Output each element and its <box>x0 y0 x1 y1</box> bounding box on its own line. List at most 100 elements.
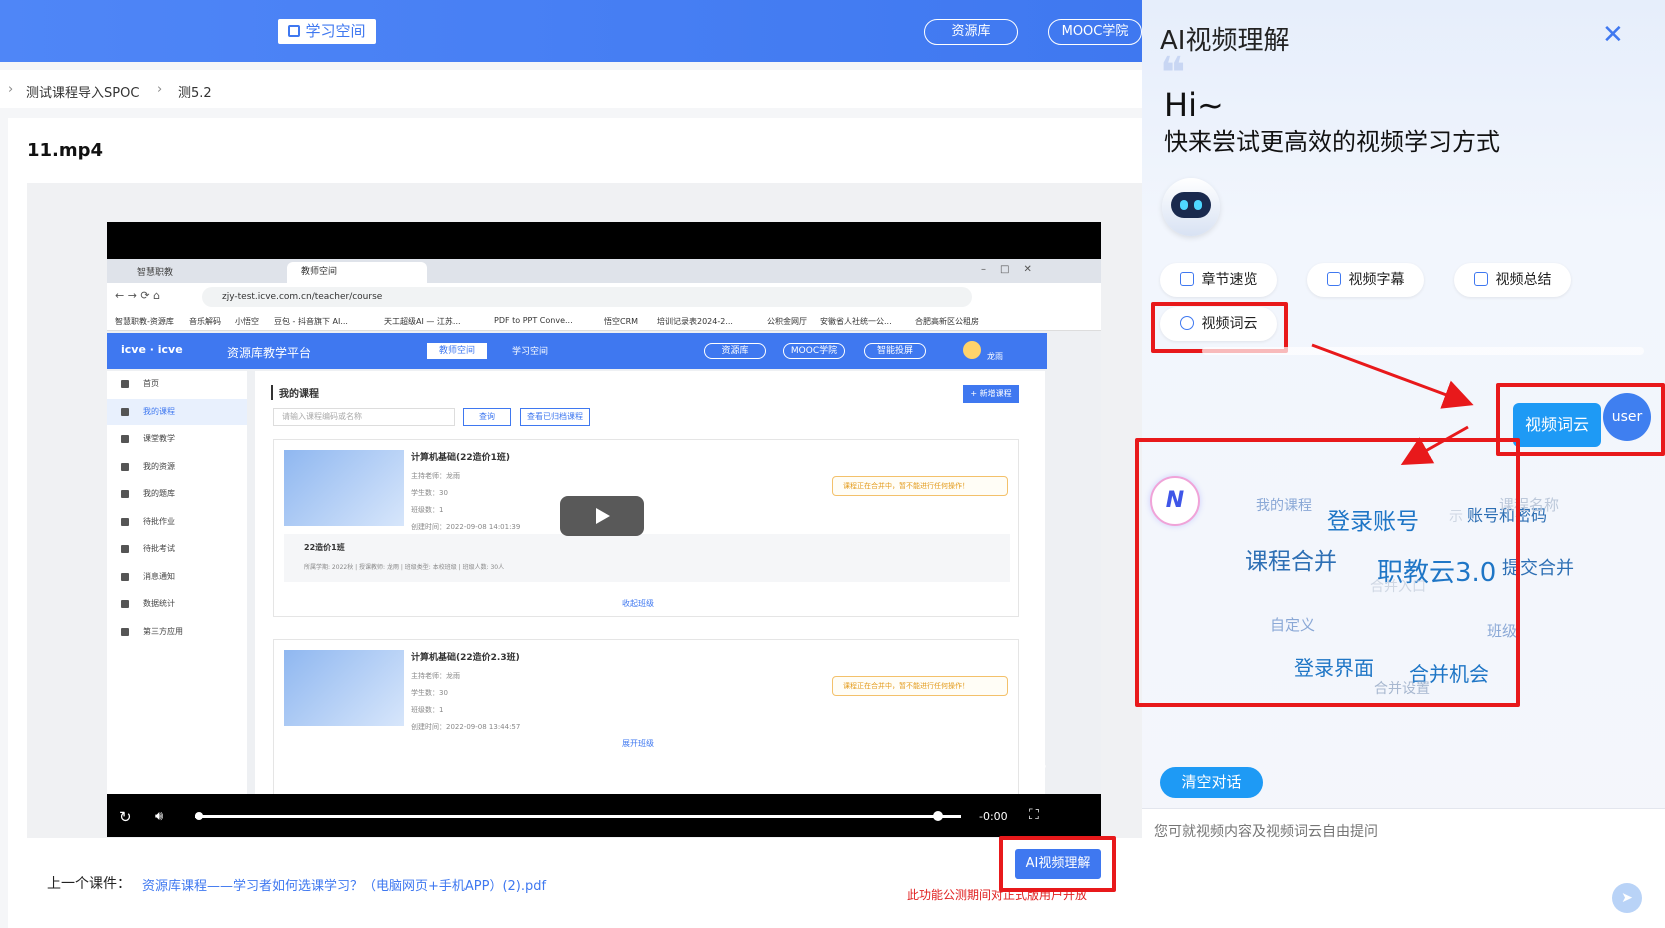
platform-name: 资源库教学平台 <box>227 346 312 360</box>
merge-warning: 课程正在合并中，暂不能进行任何操作！ <box>832 676 1008 696</box>
user-name: 龙雨 <box>987 352 1003 361</box>
cloud-word: 自定义 <box>1270 616 1316 634</box>
nav-arrows-icon: ← → ⟳ ⌂ <box>115 289 161 302</box>
cloud-word: 合并入口 <box>1370 579 1426 595</box>
breadcrumb: › 测试课程导入SPOC › 测5.2 <box>0 70 1150 108</box>
inner-menu-item: 第三方应用 <box>107 619 247 645</box>
res-tab: 资源库 <box>704 343 766 359</box>
question-input-area <box>1142 808 1665 928</box>
progress-handle[interactable] <box>933 811 944 821</box>
bookmark-item: 安徽省人社统一公... <box>820 317 892 326</box>
class-name: 22造价1班 <box>304 543 345 552</box>
ai-video-understanding-button[interactable]: AI视频理解 <box>1015 849 1101 879</box>
ai-panel: AI视频理解 ✕ ❝ Hi~ 快来尝试更高效的视频学习方式 章节速览 视频字幕 … <box>1135 0 1665 928</box>
menu-item-icon <box>121 600 129 608</box>
inner-menu-label: 我的资源 <box>143 461 175 471</box>
inner-menu-item: 消息通知 <box>107 564 247 590</box>
time-remaining: -0:00 <box>979 810 1008 823</box>
send-icon[interactable]: ➤ <box>1612 883 1642 913</box>
cloud-word: 课程合并 <box>1245 549 1337 575</box>
volume-icon[interactable]: 🔊︎ <box>155 809 163 824</box>
mooc-button[interactable]: MOOC学院 <box>1048 19 1142 45</box>
chevron-right-icon: › <box>8 82 14 97</box>
my-course-title: 我的课程 <box>271 385 319 400</box>
word-cloud: N 我的课程 登录账号 示 账号和密码 课程名称 课程合并 职教云3.0 提交合… <box>1142 462 1665 742</box>
progress-start-dot <box>195 812 203 820</box>
bookmark-item: 培训记录表2024-2... <box>657 317 733 326</box>
play-button[interactable] <box>560 496 644 536</box>
url-field: zjy-test.icve.com.cn/teacher/course <box>202 287 972 307</box>
space-icon <box>288 25 301 37</box>
menu-item-icon <box>121 490 129 498</box>
browser-tab: 智慧职教 <box>137 268 174 278</box>
learning-space-button[interactable]: 学习空间 <box>278 19 376 44</box>
query-btn: 查询 <box>463 408 511 426</box>
inner-menu-label: 待批作业 <box>143 516 175 526</box>
course-time: 创建时间：2022-09-08 13:44:57 <box>411 723 521 731</box>
course-cover <box>284 450 404 526</box>
cloud-word: 我的课程 <box>1256 498 1312 514</box>
inner-menu-item: 待批考试 <box>107 536 247 562</box>
video-frame: 智慧职教 教师空间 –□✕ ← → ⟳ ⌂ zjy-test.icve.com.… <box>107 259 1101 794</box>
cloud-word: 示 <box>1449 509 1463 525</box>
beta-notice: 此功能公测期间对正式版用户开放 <box>907 888 1088 902</box>
fullscreen-icon[interactable]: ⛶ <box>1029 807 1039 823</box>
video-player[interactable]: 智慧职教 教师空间 –□✕ ← → ⟳ ⌂ zjy-test.icve.com.… <box>107 222 1101 837</box>
inner-menu-label: 我的题库 <box>143 489 175 498</box>
course-classes: 班级数：1 <box>411 506 444 514</box>
resource-library-button[interactable]: 资源库 <box>924 19 1018 45</box>
ai-logo-icon: N <box>1150 476 1200 526</box>
inner-menu-item: 待批作业 <box>107 509 247 535</box>
menu-item-icon <box>121 407 129 416</box>
bookmark-item: 智慧职教-资源库 <box>115 317 174 326</box>
course-search: 请输入课程编码或名称 <box>273 408 455 426</box>
avatar <box>963 341 981 359</box>
merge-warning: 课程正在合并中，暂不能进行任何操作！ <box>832 476 1008 496</box>
icve-logo: icve · icve <box>121 343 183 356</box>
inner-menu-item: 数据统计 <box>107 591 247 617</box>
menu-item-icon <box>121 380 129 388</box>
clear-chat-button[interactable]: 清空对话 <box>1160 767 1263 798</box>
chevron-right-icon: › <box>157 82 163 97</box>
archived-btn: 查看已归档课程 <box>520 408 590 426</box>
platform-header: icve · icve 资源库教学平台 教师空间 学习空间 资源库 MOOC学院… <box>107 333 1047 369</box>
bookmark-item: 小悟空 <box>235 317 259 326</box>
browser-tabstrip: 智慧职教 教师空间 –□✕ <box>107 259 1101 283</box>
file-title: 11.mp4 <box>27 140 104 161</box>
menu-item-icon <box>121 435 129 443</box>
browser-addressbar: ← → ⟳ ⌂ zjy-test.icve.com.cn/teacher/cou… <box>107 283 1101 311</box>
replay-icon[interactable]: ↻ <box>119 808 132 826</box>
inner-menu-label: 课堂教学 <box>143 434 175 443</box>
prev-courseware-label: 上一个课件： <box>47 876 131 892</box>
arrow-to-cloud <box>1400 425 1469 465</box>
breadcrumb-lesson[interactable]: 测5.2 <box>178 82 212 101</box>
cloud-word: 登录账号 <box>1327 509 1419 535</box>
inner-menu-item: 我的资源 <box>107 454 247 480</box>
menu-item-icon <box>121 627 129 636</box>
breadcrumb-course[interactable]: 测试课程导入SPOC <box>26 82 139 101</box>
course-classes: 班级数：1 <box>411 706 444 714</box>
prev-courseware-link[interactable]: 资源库课程——学习者如何选课学习？（电脑网页+手机APP）(2).pdf <box>142 875 546 894</box>
course-teacher: 主持老师：龙雨 <box>411 672 460 680</box>
cloud-word: 登录界面 <box>1294 656 1374 680</box>
menu-item-icon <box>121 545 129 553</box>
course-card: 计算机基础(22造价1班) 主持老师：龙雨 学生数：30 班级数：1 创建时间：… <box>273 439 1019 617</box>
bookmark-bar: 智慧职教-资源库 音乐解码 小悟空 豆包 - 抖音旗下 AI... 天工超级AI — 江… <box>107 311 1101 331</box>
course-teacher: 主持老师：龙雨 <box>411 472 460 480</box>
add-course-btn: + 新增课程 <box>963 385 1019 403</box>
class-info: 所属学期: 2022秋 | 授课教师: 龙雨 | 班级类型: 本校班级 | 班级… <box>304 564 505 571</box>
menu-item-icon <box>121 572 129 581</box>
inner-menu-label: 待批考试 <box>143 544 175 553</box>
mooc-tab: MOOC学院 <box>783 343 845 359</box>
progress-bar[interactable] <box>195 815 961 818</box>
cloud-word: 班级 <box>1487 622 1518 640</box>
bookmark-item: 天工超级AI — 江苏... <box>384 317 461 326</box>
course-cover <box>284 650 404 726</box>
question-input[interactable] <box>1154 821 1644 911</box>
bookmark-item: 豆包 - 抖音旗下 AI... <box>274 317 348 326</box>
inner-menu-label: 我的课程 <box>143 406 175 416</box>
course-meta: 主持老师：龙雨 学生数：30 班级数：1 创建时间：2022-09-08 14:… <box>411 468 520 536</box>
course-card: 计算机基础(22造价2.3班) 主持老师：龙雨 学生数：30 班级数：1 创建时… <box>273 639 1019 794</box>
menu-item-icon <box>121 517 129 526</box>
bookmark-item: 悟空CRM <box>604 317 639 326</box>
